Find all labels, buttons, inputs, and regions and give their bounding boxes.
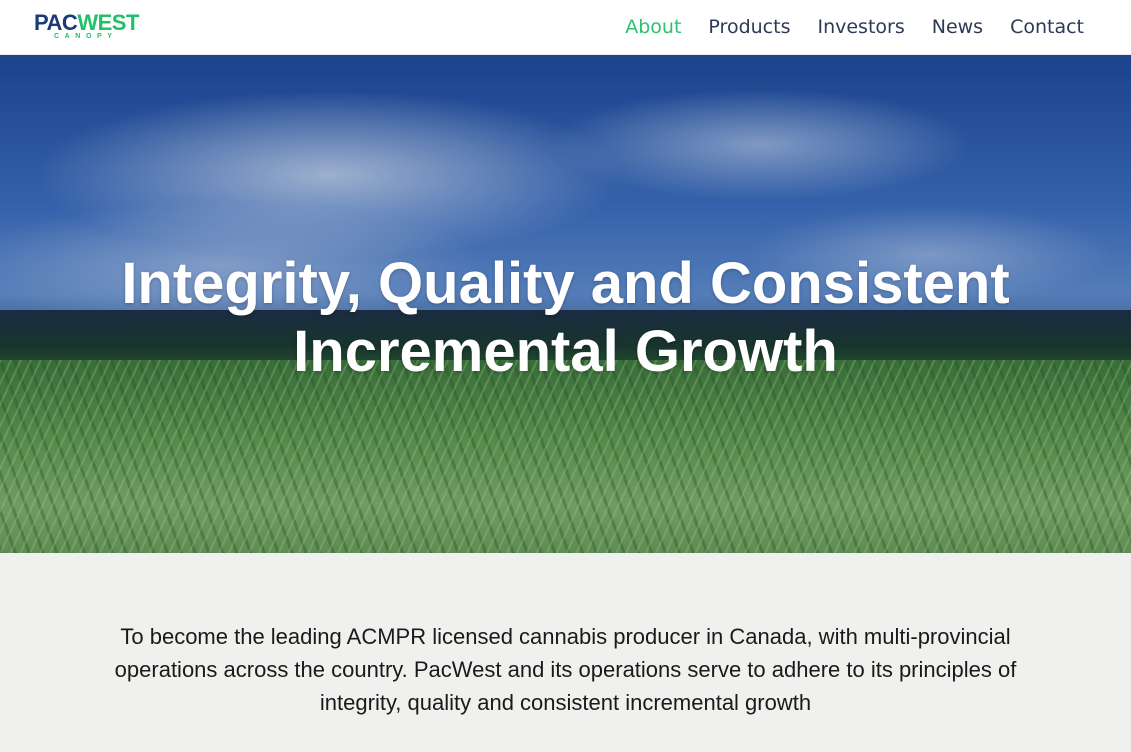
hero-title: Integrity, Quality and Consistent Increm…	[0, 250, 1131, 386]
mission-statement: To become the leading ACMPR licensed can…	[114, 624, 1017, 715]
nav-investors-link[interactable]: Investors	[817, 0, 904, 55]
pacwest-canopy-logo[interactable]: PACWEST CANOPY	[34, 11, 164, 43]
hero-banner: Integrity, Quality and Consistent Increm…	[0, 55, 1131, 553]
main-navigation: About Products Investors News Contact	[598, 0, 1084, 55]
logo-canopy-text: CANOPY	[54, 33, 118, 40]
nav-contact-link[interactable]: Contact	[1010, 0, 1084, 55]
hero-title-line-2: Incremental Growth	[293, 319, 838, 384]
nav-products-link[interactable]: Products	[708, 0, 790, 55]
hero-title-line-1: Integrity, Quality and Consistent	[121, 251, 1010, 316]
mission-section: To become the leading ACMPR licensed can…	[0, 553, 1131, 752]
nav-news-link[interactable]: News	[932, 0, 983, 55]
site-header: PACWEST CANOPY About Products Investors …	[0, 0, 1131, 55]
nav-about-link[interactable]: About	[625, 0, 681, 55]
